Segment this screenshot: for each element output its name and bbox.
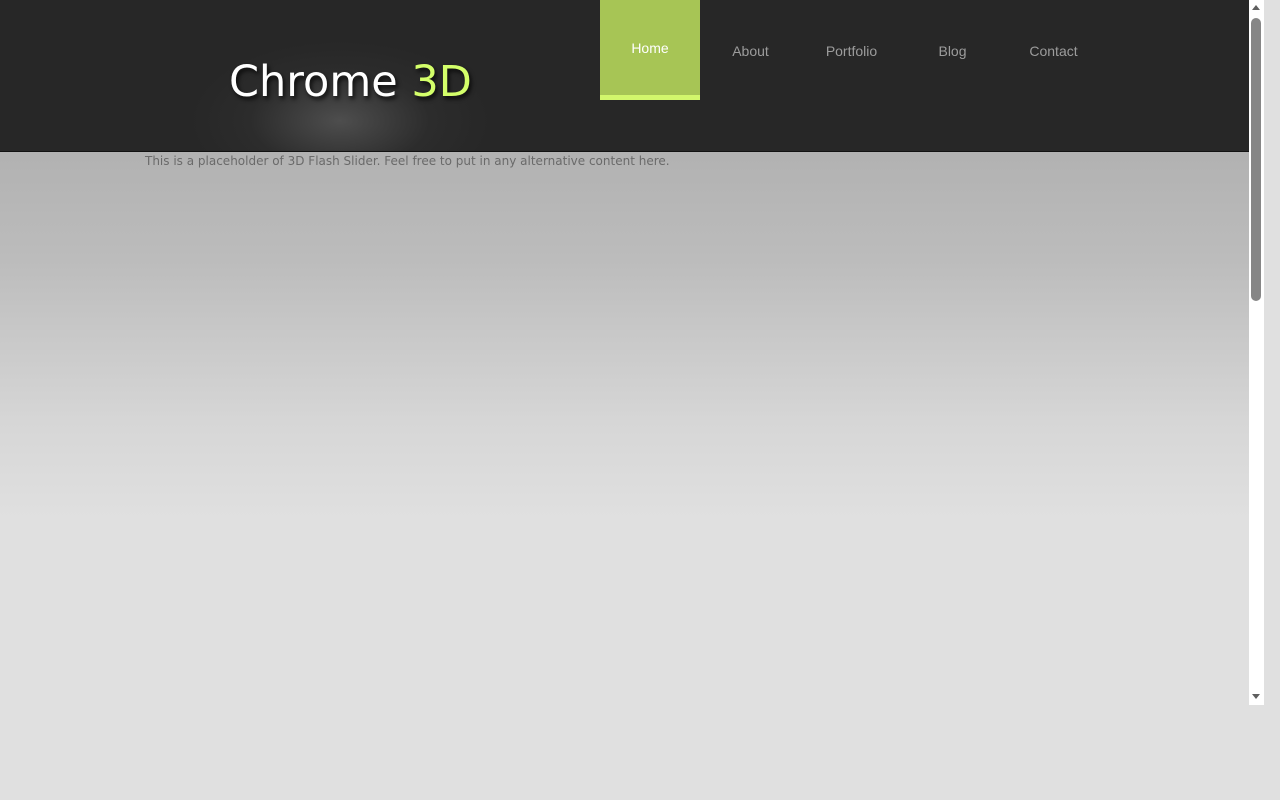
nav-blog[interactable]: Blog [902,0,1003,100]
nav-portfolio[interactable]: Portfolio [801,0,902,100]
slider-placeholder-text: This is a placeholder of 3D Flash Slider… [145,154,670,168]
scroll-thumb[interactable] [1251,18,1261,301]
nav-about[interactable]: About [700,0,801,100]
main-nav: Home About Portfolio Blog Contact [600,0,1104,100]
nav-home[interactable]: Home [600,0,700,100]
logo-word: Chrome [229,57,398,107]
scroll-up-icon[interactable] [1252,5,1260,10]
site-logo[interactable]: Chrome 3D [229,56,472,116]
logo-accent: 3D [411,57,472,107]
vertical-scrollbar[interactable] [1249,0,1264,705]
scroll-down-icon[interactable] [1252,694,1260,699]
page-viewport: Chrome 3D Home About Portfolio Blog Cont… [0,0,1249,705]
site-header: Chrome 3D Home About Portfolio Blog Cont… [0,0,1249,152]
nav-contact[interactable]: Contact [1003,0,1104,100]
